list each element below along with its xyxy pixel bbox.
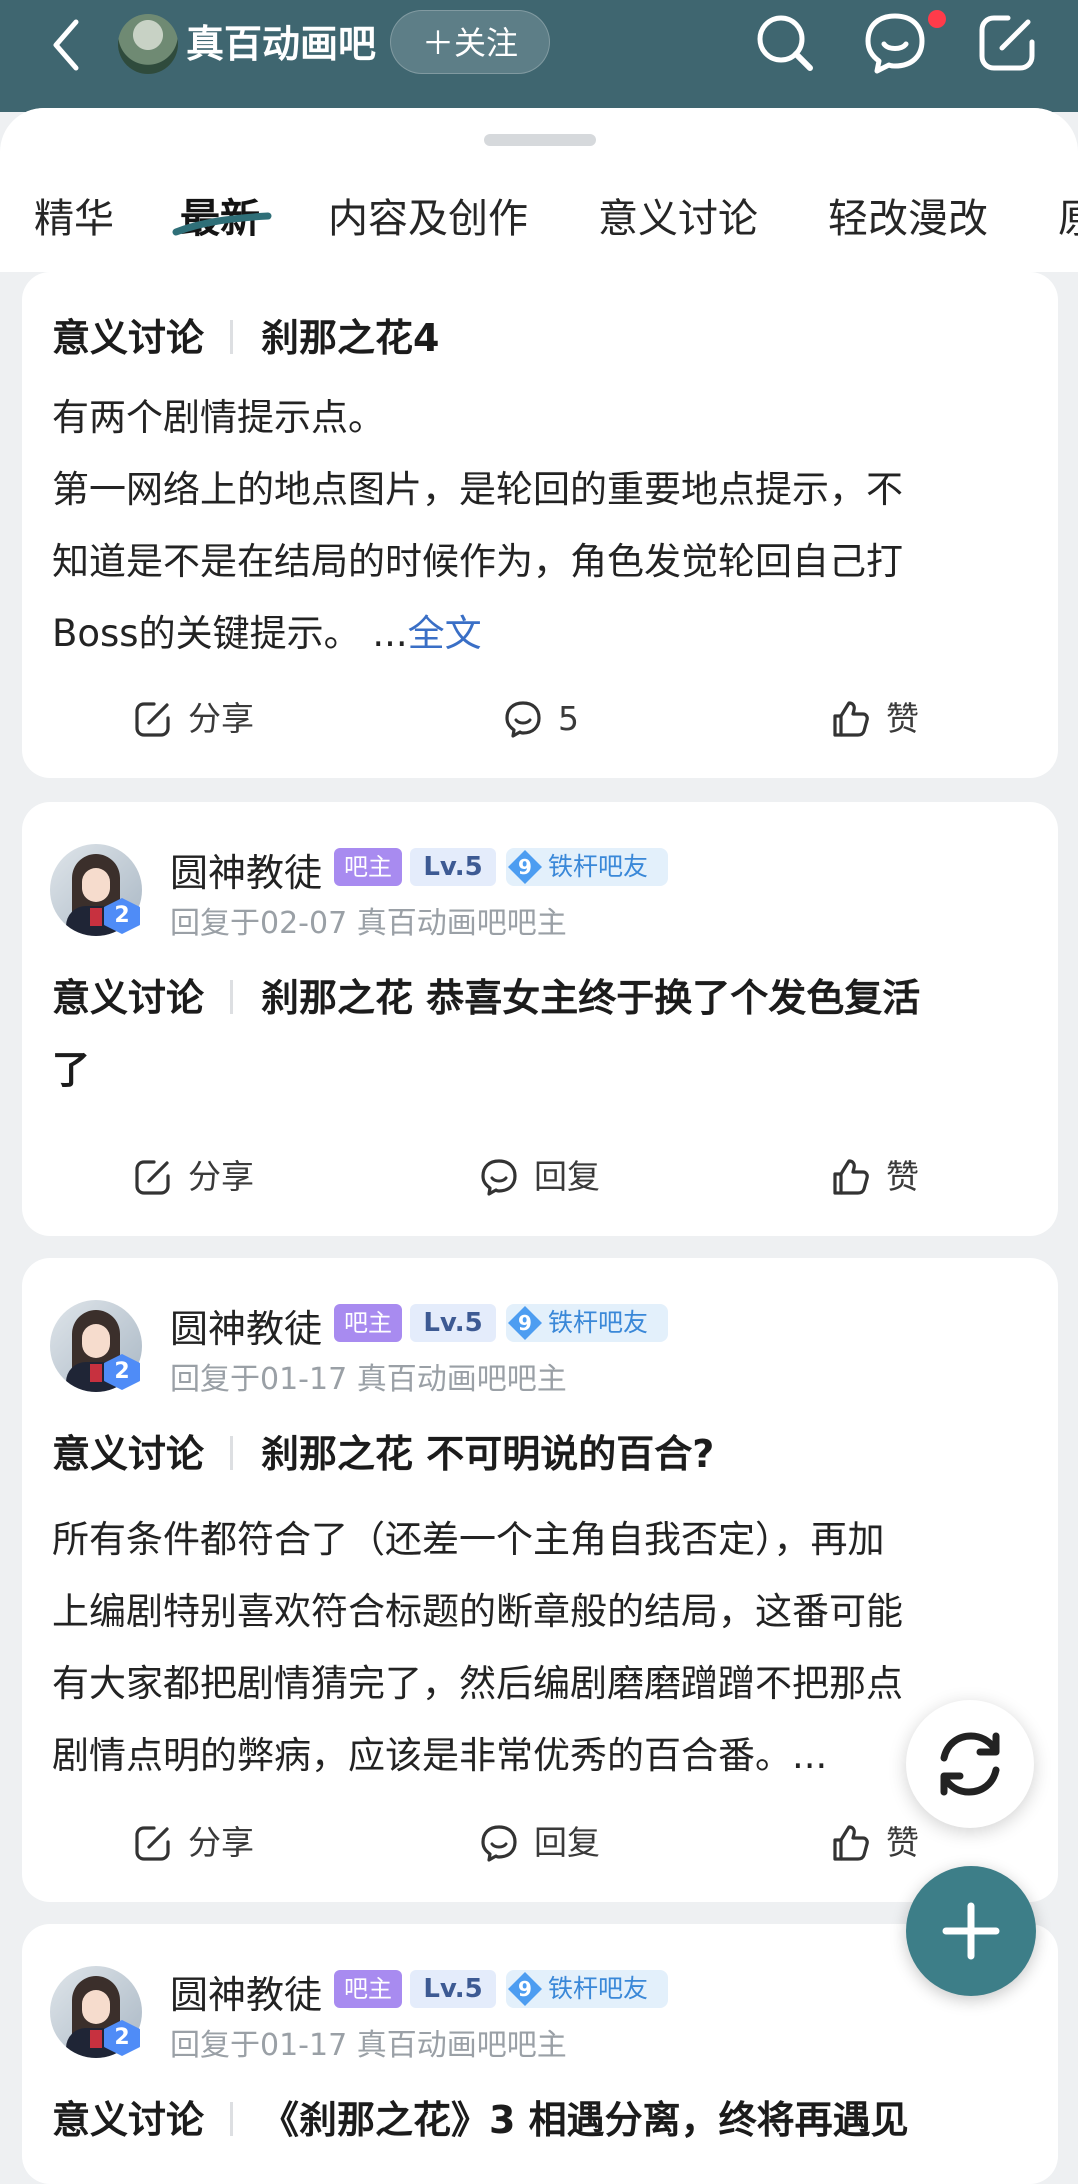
post-body-line: 第一网络上的地点图片，是轮回的重要地点提示，不 <box>52 468 903 511</box>
post-title-text: 刹那之花 恭喜女主终于换了个发色复活 <box>261 976 921 1020</box>
post-body-line: 剧情点明的弊病，应该是非常优秀的百合番。... <box>52 1734 828 1777</box>
message-icon[interactable] <box>860 8 930 78</box>
top-bar: 真百动画吧 ＋关注 <box>0 0 1078 112</box>
post-card[interactable]: 2 圆神教徒 吧主 Lv.5 9 铁杆吧友 回复于01-17 真百动画吧吧主 意义… <box>22 1924 1058 2184</box>
share-label: 分享 <box>188 699 254 738</box>
post-body-line: 上编剧特别喜欢符合标题的断章般的结局，这番可能 <box>52 1590 903 1633</box>
notification-dot <box>928 10 946 28</box>
owner-badge: 吧主 <box>334 1304 402 1342</box>
thumbs-up-icon <box>833 701 869 737</box>
post-title[interactable]: 意义讨论 刹那之花4 <box>52 302 1020 374</box>
tab-light-adaptation[interactable]: 轻改漫改 <box>828 184 988 254</box>
comment-icon <box>505 701 541 738</box>
title-separator <box>230 2101 234 2136</box>
level-badge: Lv.5 <box>410 1304 496 1342</box>
comment-icon <box>481 1159 517 1196</box>
share-icon <box>135 1826 170 1861</box>
share-label: 分享 <box>188 1157 254 1196</box>
thumbs-up-icon <box>833 1159 869 1195</box>
diamond-icon: 9 <box>508 1306 542 1340</box>
post-title[interactable]: 意义讨论 刹那之花 不可明说的百合? <box>52 1418 1020 1490</box>
owner-badge: 吧主 <box>334 848 402 886</box>
refresh-icon <box>940 1732 1000 1796</box>
search-icon[interactable] <box>750 8 820 78</box>
fan-badge-label: 铁杆吧友 <box>548 852 649 881</box>
post-actions: 分享 5 赞 <box>22 684 1058 754</box>
post-body-line: 有两个剧情提示点。 <box>52 396 385 439</box>
post-body-line: 有大家都把剧情猜完了，然后编剧磨磨蹭蹭不把那点 <box>52 1662 903 1705</box>
post-body-line: 知道是不是在结局的时候作为，角色发觉轮回自己打 <box>52 540 903 583</box>
diamond-icon: 9 <box>508 1972 542 2006</box>
post-category: 意义讨论 <box>52 1432 205 1476</box>
refresh-button[interactable] <box>906 1700 1034 1828</box>
post-title[interactable]: 意义讨论 《刹那之花》3 相遇分离，终将再遇见 <box>52 2084 1020 2156</box>
post-card[interactable]: 2 圆神教徒 吧主 Lv.5 9 铁杆吧友 回复于01-17 真百动画吧吧主 意义… <box>22 1258 1058 1902</box>
post-category: 意义讨论 <box>52 316 205 360</box>
tab-featured[interactable]: 精华 <box>34 184 114 254</box>
fan-badge: 9 铁杆吧友 <box>506 848 668 886</box>
thumbs-up-icon <box>833 1825 869 1861</box>
user-name[interactable]: 圆神教徒 <box>170 1298 322 1353</box>
title-separator <box>230 1435 234 1470</box>
share-icon <box>135 702 170 737</box>
read-more-link[interactable]: 全文 <box>408 612 482 655</box>
share-icon <box>135 1160 170 1195</box>
tab-content-creation[interactable]: 内容及创作 <box>328 184 528 254</box>
post-title[interactable]: 意义讨论 刹那之花 恭喜女主终于换了个发色复活 了 <box>52 962 1020 1106</box>
comment-count: 5 <box>558 699 579 738</box>
post-title-text: 刹那之花 不可明说的百合? <box>261 1432 715 1476</box>
follow-button[interactable]: ＋关注 <box>390 10 550 74</box>
post-title-text: 刹那之花4 <box>261 316 440 360</box>
level-badge: Lv.5 <box>410 848 496 886</box>
post-card[interactable]: 意义讨论 刹那之花4 有两个剧情提示点。 第一网络上的地点图片，是轮回的重要地点提… <box>22 272 1058 778</box>
like-label: 赞 <box>886 699 919 738</box>
post-body[interactable]: 所有条件都符合了（还差一个主角自我否定），再加 上编剧特别喜欢符合标题的断章般的… <box>52 1504 1028 1792</box>
post-meta: 回复于01-17 真百动画吧吧主 <box>170 1362 567 1397</box>
reply-label: 回复 <box>534 1157 600 1196</box>
comment-icon <box>481 1825 517 1862</box>
post-meta: 回复于01-17 真百动画吧吧主 <box>170 2028 567 2063</box>
user-name[interactable]: 圆神教徒 <box>170 1964 322 2019</box>
forum-name[interactable]: 真百动画吧 <box>186 14 376 74</box>
tab-meaning-discussion[interactable]: 意义讨论 <box>598 184 758 254</box>
owner-badge: 吧主 <box>334 1970 402 2008</box>
fan-badge-label: 铁杆吧友 <box>548 1308 649 1337</box>
compose-icon[interactable] <box>972 8 1042 78</box>
fan-badge: 9 铁杆吧友 <box>506 1970 668 2008</box>
active-tab-indicator <box>172 212 272 236</box>
plus-icon <box>942 1902 1000 1960</box>
like-label: 赞 <box>886 1157 919 1196</box>
tab-bar: 精华 最新 内容及创作 意义讨论 轻改漫改 原 <box>0 108 1078 272</box>
reply-label: 回复 <box>534 1823 600 1862</box>
post-body-last: Boss的关键提示。 ... <box>52 612 408 655</box>
diamond-icon: 9 <box>508 850 542 884</box>
post-body[interactable]: 有两个剧情提示点。 第一网络上的地点图片，是轮回的重要地点提示，不 知道是不是在… <box>52 382 1028 670</box>
post-body-line: 所有条件都符合了（还差一个主角自我否定），再加 <box>52 1518 885 1561</box>
back-icon[interactable] <box>44 14 100 76</box>
level-badge: Lv.5 <box>410 1970 496 2008</box>
forum-avatar[interactable] <box>118 14 178 74</box>
post-body-line: Boss的关键提示。 ...全文 <box>52 598 1028 670</box>
fan-badge: 9 铁杆吧友 <box>506 1304 668 1342</box>
share-label: 分享 <box>188 1823 254 1862</box>
fan-badge-label: 铁杆吧友 <box>548 1974 649 2003</box>
post-actions: 分享 回复 赞 <box>22 1808 1058 1878</box>
drag-handle[interactable] <box>484 134 596 146</box>
title-separator <box>230 319 234 354</box>
user-name[interactable]: 圆神教徒 <box>170 842 322 897</box>
post-title-text: 了 <box>52 1048 91 1092</box>
post-category: 意义讨论 <box>52 976 205 1020</box>
title-separator <box>230 979 234 1014</box>
post-actions: 分享 回复 赞 <box>22 1142 1058 1212</box>
post-title-text: 《刹那之花》3 相遇分离，终将再遇见 <box>261 2098 909 2142</box>
post-meta: 回复于02-07 真百动画吧吧主 <box>170 906 567 941</box>
post-category: 意义讨论 <box>52 2098 205 2142</box>
new-post-button[interactable] <box>906 1866 1036 1996</box>
post-card[interactable]: 2 圆神教徒 吧主 Lv.5 9 铁杆吧友 回复于02-07 真百动画吧吧主 意义… <box>22 802 1058 1236</box>
tab-original[interactable]: 原 <box>1058 184 1078 254</box>
